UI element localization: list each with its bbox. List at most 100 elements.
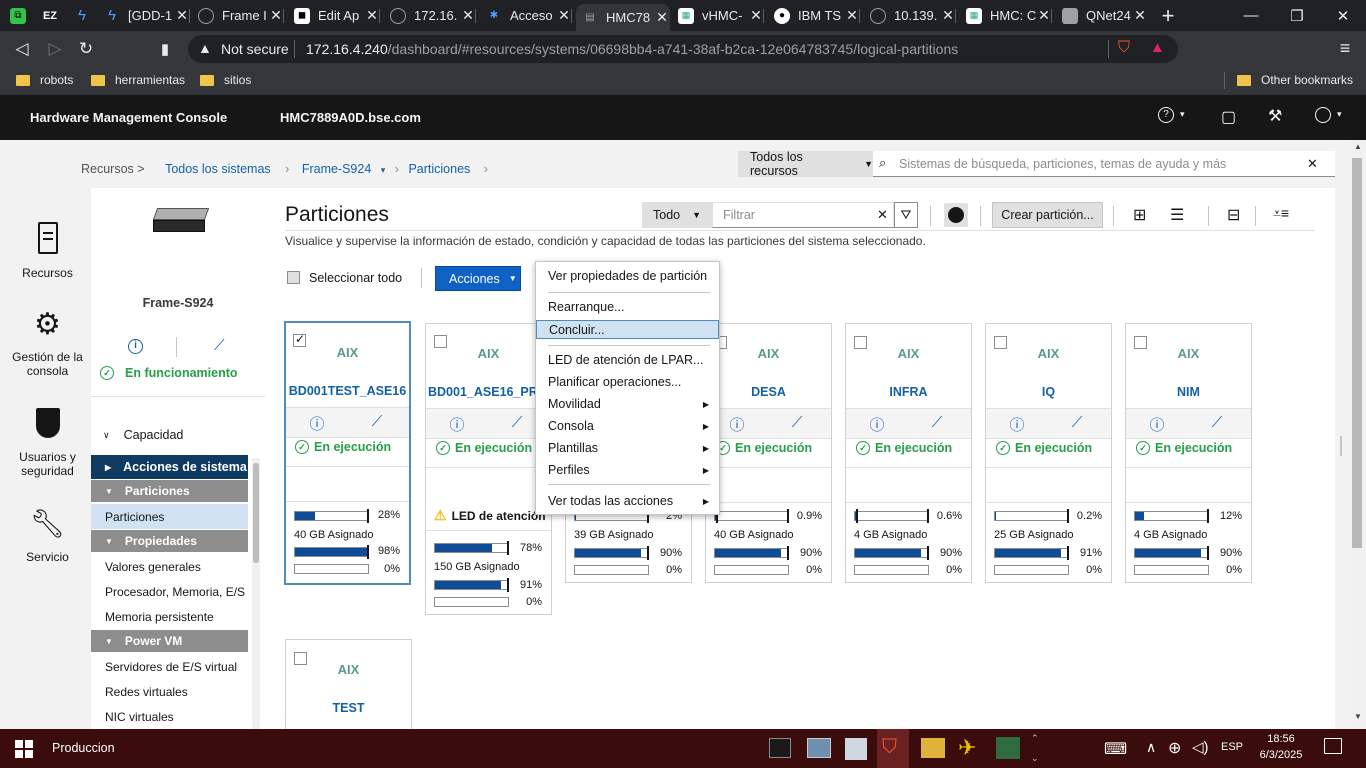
browser-tab[interactable]: ϟ [GDD-1 ✕ <box>98 4 190 27</box>
brave-rewards-icon[interactable]: ▲ <box>1150 39 1165 56</box>
info-icon[interactable]: ⓘ <box>1007 414 1027 434</box>
user-avatar-icon[interactable] <box>1315 107 1331 123</box>
rail-recursos[interactable]: Recursos <box>0 222 95 280</box>
nav-item-valores-generales[interactable]: Valores generales <box>105 560 201 574</box>
menu-item-mobility[interactable]: Movilidad ▶ <box>536 394 719 414</box>
partition-name[interactable]: NIM <box>1126 385 1251 399</box>
filter-funnel-icon[interactable]: ⛛ <box>894 202 918 228</box>
info-icon[interactable]: i <box>128 339 143 354</box>
tray-chevron-icon[interactable]: ∧ <box>1146 739 1156 756</box>
menu-item-schedule-operations[interactable]: Planificar operaciones... <box>536 372 719 392</box>
taskbar-window-label[interactable]: Produccion <box>52 741 115 755</box>
tab-close-icon[interactable]: ✕ <box>1036 7 1052 24</box>
clear-search-icon[interactable]: ✕ <box>1307 156 1318 172</box>
browser-tab[interactable]: Frame I ✕ <box>192 4 284 27</box>
chart-icon[interactable]: ⟋ <box>927 414 947 432</box>
network-globe-icon[interactable]: ⊕ <box>1168 738 1181 758</box>
nav-item-redes-virtuales[interactable]: Redes virtuales <box>105 685 188 699</box>
partition-card[interactable]: AIX BD001_ASE16_PROD ⓘ ⟋ ✓ En ejecución ⚠… <box>425 323 552 615</box>
tab-close-icon[interactable]: ✕ <box>940 7 956 24</box>
rail-servicio[interactable]: 🔧︎ Servicio <box>0 508 95 564</box>
volume-icon[interactable]: ◁) <box>1192 738 1209 756</box>
menu-item-templates[interactable]: Plantillas ▶ <box>536 438 719 458</box>
clipboard-icon[interactable]: ▢ <box>1221 107 1236 127</box>
app-icon[interactable] <box>996 737 1020 759</box>
tab-close-icon[interactable]: ✕ <box>654 9 670 26</box>
breadcrumb-current[interactable]: Particiones <box>408 162 470 176</box>
browser-tab[interactable]: 10.139. ✕ <box>864 4 956 27</box>
notifications-icon[interactable] <box>1324 738 1342 754</box>
bookmark-icon[interactable]: ▮ <box>150 31 180 66</box>
chart-icon[interactable]: ⟋ <box>1067 414 1087 432</box>
tab-close-icon[interactable]: ✕ <box>364 7 380 24</box>
menu-item-shutdown[interactable]: Concluir... <box>536 320 719 339</box>
info-icon[interactable]: ⓘ <box>1147 414 1167 434</box>
filezilla-app-icon[interactable] <box>921 738 945 758</box>
language-indicator[interactable]: ESP <box>1221 741 1243 753</box>
splitter-handle[interactable] <box>1340 436 1342 456</box>
tab-close-icon[interactable]: ✕ <box>460 7 476 24</box>
tab-close-icon[interactable]: ✕ <box>748 7 764 24</box>
menu-item-view-properties[interactable]: Ver propiedades de partición <box>536 266 719 286</box>
clock-date[interactable]: 6/3/2025 <box>1254 749 1308 761</box>
breadcrumb-all-systems[interactable]: Todos los sistemas <box>165 162 271 176</box>
taskbar-scroll-down-icon[interactable]: ⌄ <box>1031 753 1039 764</box>
partition-name[interactable]: IQ <box>986 385 1111 399</box>
bookmark-folder[interactable]: robots <box>16 73 73 87</box>
nav-item-particiones[interactable]: Particiones <box>105 510 164 524</box>
actions-button[interactable]: Acciones ▼ <box>435 266 521 291</box>
rail-gestion-consola[interactable]: ⚙ Gestión de la consola <box>0 308 95 378</box>
nav-item-nic-virtuales[interactable]: NIC virtuales <box>105 710 174 724</box>
partition-card[interactable]: AIX IQ ⓘ ⟋ ✓ En ejecución 0.2% 25 GB Asig… <box>985 323 1112 583</box>
wrench-icon[interactable]: ⚒ <box>1268 106 1282 126</box>
menu-item-console[interactable]: Consola ▶ <box>536 416 719 436</box>
back-arrow-icon[interactable]: ◁ <box>7 31 37 66</box>
other-bookmarks[interactable]: Other bookmarks <box>1237 73 1353 87</box>
chart-icon[interactable]: ⟋ <box>367 413 387 431</box>
breadcrumb-frame[interactable]: Frame-S924 <box>302 162 371 176</box>
partition-name[interactable]: BD001TEST_ASE16 <box>286 384 409 398</box>
bookmark-folder[interactable]: herramientas <box>91 73 185 87</box>
menu-hamburger-icon[interactable]: ≡ <box>1330 31 1360 66</box>
chart-icon[interactable]: ⟋ <box>507 414 527 432</box>
minimize-icon[interactable]: — <box>1228 0 1274 31</box>
not-secure-label[interactable]: Not secure <box>221 41 289 57</box>
putty-app-icon[interactable]: ✈ <box>958 735 976 761</box>
menu-item-restart[interactable]: Rearranque... <box>536 297 719 317</box>
sort-options-icon[interactable]: ⩡≡ <box>1273 205 1289 222</box>
info-icon[interactable]: ⓘ <box>727 414 747 434</box>
nav-item-procesador[interactable]: Procesador, Memoria, E/S <box>105 585 245 599</box>
menu-item-attention-led[interactable]: LED de atención de LPAR... <box>536 350 719 370</box>
tab-close-icon[interactable]: ✕ <box>268 7 284 24</box>
chevron-down-icon[interactable]: ▾ <box>1180 109 1185 120</box>
keyboard-icon[interactable]: ⌨ <box>1104 739 1127 759</box>
browser-tab[interactable]: 172.16. ✕ <box>384 4 476 27</box>
browser-tab[interactable]: ϟ <box>68 4 98 27</box>
reload-icon[interactable]: ↻ <box>71 31 101 66</box>
browser-tab[interactable]: ◼ Edit Ap ✕ <box>288 4 380 27</box>
network-tool-app-icon[interactable] <box>845 738 867 760</box>
image-viewer-app-icon[interactable] <box>807 738 831 758</box>
new-tab-plus-icon[interactable]: + <box>1146 0 1190 31</box>
filter-input[interactable]: Filtrar ✕ <box>712 202 894 228</box>
partition-name[interactable]: DESA <box>706 385 831 399</box>
clock-time[interactable]: 18:56 <box>1258 733 1304 745</box>
terminal-app-icon[interactable] <box>769 738 791 758</box>
browser-tab[interactable]: ⧉ <box>4 4 36 27</box>
help-icon[interactable]: ? <box>1158 107 1174 123</box>
chart-icon[interactable]: ⟋ <box>214 337 225 354</box>
tab-close-icon[interactable]: ✕ <box>556 7 572 24</box>
bookmark-folder[interactable]: sitios <box>200 73 251 87</box>
topology-view-icon[interactable]: ⊟ <box>1227 205 1240 225</box>
browser-tab[interactable]: ✱ Acceso ✕ <box>480 4 572 27</box>
menu-item-all-actions[interactable]: Ver todas las acciones ▶ <box>536 491 719 511</box>
partition-card[interactable]: AIX DESA ⓘ ⟋ ✓ En ejecución 0.9% 40 GB As… <box>705 323 832 583</box>
info-icon[interactable]: ⓘ <box>307 413 327 433</box>
acciones-sistema-toggle[interactable]: ▶ Acciones de sistema <box>91 455 248 479</box>
restore-icon[interactable]: ❐ <box>1274 0 1320 31</box>
side-scrollbar[interactable] <box>252 458 260 729</box>
partition-name[interactable]: BD001_ASE16_PROD <box>426 385 551 399</box>
search-scope-dropdown[interactable]: Todos los recursos ▼ <box>738 150 873 178</box>
url-text[interactable]: 172.16.4.240/dashboard/#resources/system… <box>306 41 958 57</box>
info-icon[interactable]: ⓘ <box>867 414 887 434</box>
